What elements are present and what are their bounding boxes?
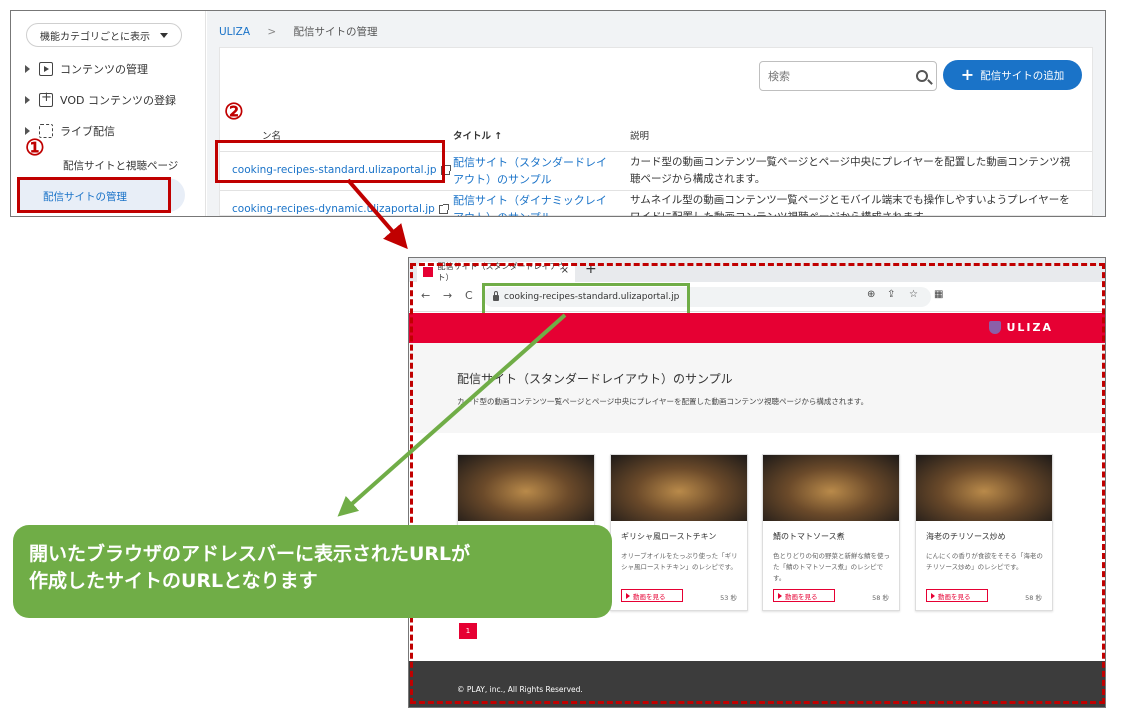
step-number-2: ② [224,99,244,125]
video-title: ギリシャ風ローストチキン [621,532,717,541]
pagination-page-1[interactable]: 1 [459,623,477,639]
breadcrumb-home[interactable]: ULIZA [219,26,250,38]
breadcrumb-separator: > [267,26,277,38]
plus-icon: + [960,65,975,84]
play-icon [931,592,935,599]
watch-label: 動画を見る [938,592,971,601]
uliza-logo-icon [989,321,1002,334]
highlight-box-step2 [215,140,445,183]
video-duration: 58 秒 [1025,594,1042,602]
video-thumbnail[interactable] [458,455,594,521]
search-box[interactable] [759,61,937,91]
add-site-label: 配信サイトの追加 [980,69,1065,82]
breadcrumb-current: 配信サイトの管理 [293,26,378,38]
site-description: サムネイル型の動画コンテンツ一覧ページとモバイル端末でも操作しやすいようプレイヤ… [630,194,1070,217]
video-duration: 53 秒 [720,594,737,602]
sidebar-item-label: VOD コンテンツの登録 [60,94,176,107]
video-card[interactable]: 鯖のトマトソース煮 色とりどりの旬の野菜と新鮮な鯖を使った「鯖のトマトソース煮」… [762,454,900,611]
watch-video-button[interactable]: 動画を見る [621,589,683,602]
site-footer: © PLAY, inc., All Rights Reserved. [409,661,1105,707]
caret-down-icon [160,32,168,38]
browser-screenshot: 配信サイト（スタンダードレイアウト） × + ← → C cooking-rec… [408,257,1106,708]
uliza-logo[interactable]: ULIZA [989,321,1053,334]
site-hero: 配信サイト（スタンダードレイアウト）のサンプル カード型の動画コンテンツ一覧ペー… [409,343,1105,433]
sidebar-sub-item-sites-pages[interactable]: 配信サイトと視聴ページ [63,158,178,173]
external-link-icon [438,203,449,214]
share-icon[interactable]: ⇪ [887,289,895,300]
video-card[interactable]: ギリシャ風ローストチキン オリーブオイルをたっぷり使った「ギリシャ風ローストチキ… [610,454,748,611]
sidebar: 機能カテゴリごとに表示 コンテンツの管理 VOD コンテンツの登録 ライブ配信 … [11,11,206,216]
extension-icon[interactable]: ▦ [934,289,943,300]
play-icon [778,592,782,599]
video-desc: オリーブオイルをたっぷり使った「ギリシャ風ローストチキン」のレシピです。 [621,552,738,571]
video-card[interactable]: 海老のチリソース炒め にんにくの香りが食欲をそそる「海老のチリソース炒め」のレシ… [915,454,1053,611]
main-area: ULIZA > 配信サイトの管理 + 配信サイトの追加 ン名 タイトル ↑ 説明… [207,11,1105,216]
site-list-panel: + 配信サイトの追加 ン名 タイトル ↑ 説明 cooking-recipes-… [219,47,1093,216]
star-icon[interactable]: ☆ [909,289,918,300]
video-desc: 色とりどりの旬の野菜と新鮮な鯖を使った「鯖のトマトソース煮」のレシピです。 [773,552,890,582]
close-tab-icon[interactable]: × [561,265,569,276]
breadcrumb: ULIZA > 配信サイトの管理 [219,24,378,39]
video-thumbnail[interactable] [916,455,1052,521]
play-box-icon [39,62,53,76]
search-icon[interactable] [916,70,928,82]
site-header: ULIZA [409,313,1105,343]
video-thumbnail[interactable] [611,455,747,521]
step-number-1: ① [25,135,45,161]
column-description: 説明 [630,131,650,142]
video-duration: 58 秒 [872,594,889,602]
watch-label: 動画を見る [633,592,666,601]
watch-video-button[interactable]: 動画を見る [773,589,835,602]
site-title-link[interactable]: 配信サイト（ダイナミックレイアウト）のサンプル [453,192,613,216]
forward-icon[interactable]: → [443,289,452,302]
expand-arrow-icon [25,96,30,104]
sidebar-item-vod-register[interactable]: VOD コンテンツの登録 [25,90,176,110]
new-tab-icon[interactable]: + [585,261,597,277]
callout-line-2: 作成したサイトのURLとなります [29,570,318,592]
tab-bar: 配信サイト（スタンダードレイアウト） × + [409,258,1105,282]
expand-arrow-icon [25,127,30,135]
callout-line-1: 開いたブラウザのアドレスバーに表示されたURLが [29,543,471,565]
add-box-icon [39,90,53,107]
site-url-text: cooking-recipes-dynamic.ulizaportal.jp [232,203,435,215]
reload-icon[interactable]: C [465,289,473,302]
site-description: カード型の動画コンテンツ一覧ページとページ中央にプレイヤーを配置した動画コンテン… [457,397,869,406]
video-title: 海老のチリソース炒め [926,532,1006,541]
uliza-logo-text: ULIZA [1006,321,1053,334]
back-icon[interactable]: ← [421,289,430,302]
highlight-box-step1 [17,177,171,213]
sidebar-item-label: コンテンツの管理 [60,63,148,76]
tab-title: 配信サイト（スタンダードレイアウト） [437,262,566,282]
add-site-button[interactable]: + 配信サイトの追加 [943,60,1082,90]
category-view-button[interactable]: 機能カテゴリごとに表示 [26,23,182,47]
copyright-text: © PLAY, inc., All Rights Reserved. [457,685,583,694]
play-icon [626,592,630,599]
expand-arrow-icon [25,65,30,73]
search-input[interactable] [768,69,916,83]
column-title[interactable]: タイトル ↑ [453,128,502,142]
admin-screenshot: 機能カテゴリごとに表示 コンテンツの管理 VOD コンテンツの登録 ライブ配信 … [10,10,1106,217]
watch-label: 動画を見る [785,592,818,601]
category-view-label: 機能カテゴリごとに表示 [40,31,150,43]
watch-video-button[interactable]: 動画を見る [926,589,988,602]
favicon-icon [423,267,433,277]
zoom-icon[interactable]: ⊕ [867,289,875,300]
browser-tab[interactable]: 配信サイト（スタンダードレイアウト） × [417,262,575,282]
explanation-callout: 開いたブラウザのアドレスバーに表示されたURLが 作成したサイトのURLとなりま… [13,525,612,618]
site-description: カード型の動画コンテンツ一覧ページとページ中央にプレイヤーを配置した動画コンテン… [630,156,1071,185]
video-thumbnail[interactable] [763,455,899,521]
site-title: 配信サイト（スタンダードレイアウト）のサンプル [457,372,733,386]
site-title-link[interactable]: 配信サイト（スタンダードレイアウト）のサンプル [453,154,613,188]
row-divider [220,190,1092,191]
sidebar-item-label: ライブ配信 [60,125,115,138]
sidebar-item-content[interactable]: コンテンツの管理 [25,59,148,79]
video-desc: にんにくの香りが食欲をそそる「海老のチリソース炒め」のレシピです。 [926,552,1043,571]
video-title: 鯖のトマトソース煮 [773,532,845,541]
site-url-link[interactable]: cooking-recipes-dynamic.ulizaportal.jp [232,203,449,215]
